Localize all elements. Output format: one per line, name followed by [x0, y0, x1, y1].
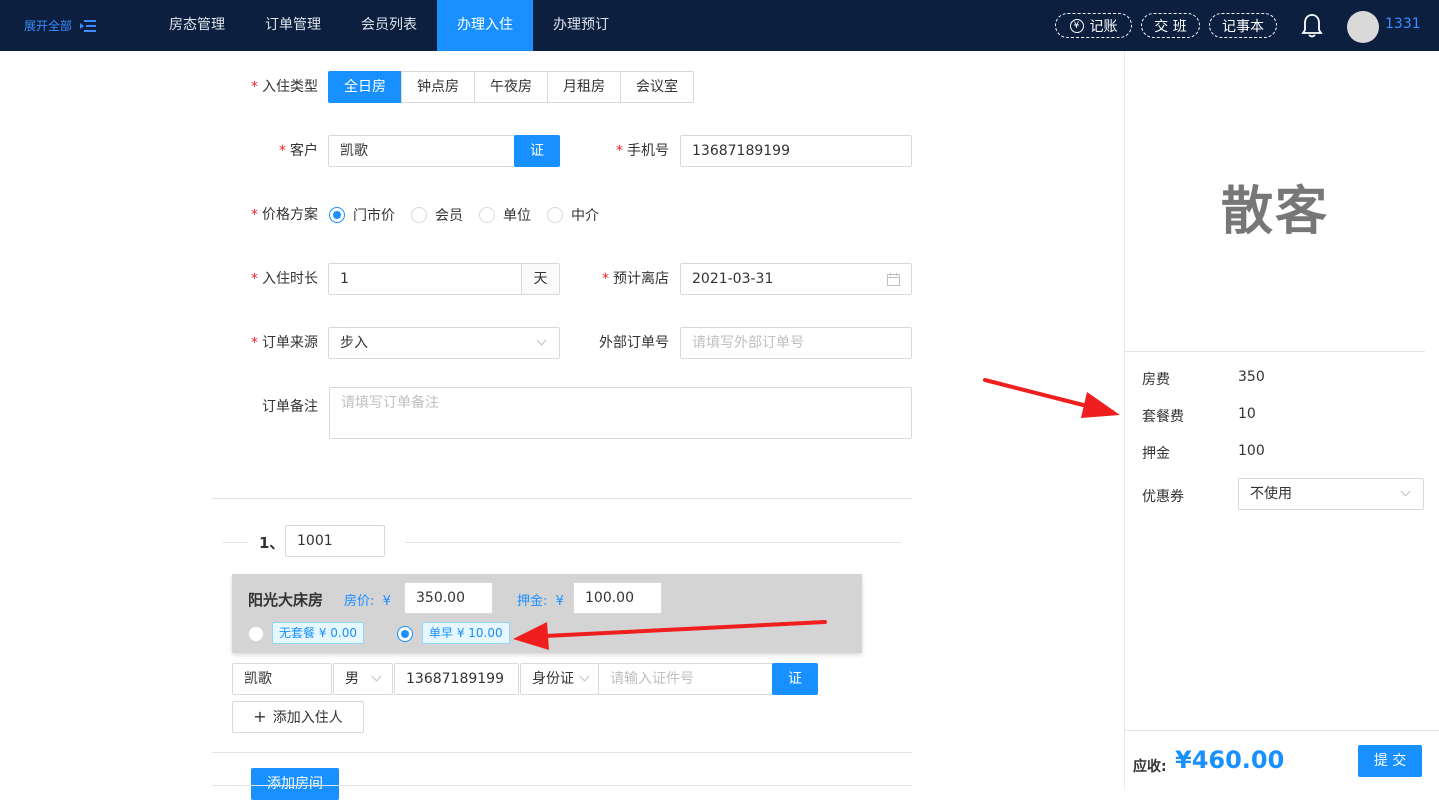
divider: [212, 498, 912, 499]
customer-input[interactable]: 凯歌: [328, 135, 516, 167]
package-breakfast-tag[interactable]: 单早 ¥ 10.00: [422, 622, 510, 644]
divider: [212, 785, 912, 786]
checkin-type-selector: 全日房 钟点房 午夜房 月租房 会议室: [328, 71, 694, 103]
divider: [222, 542, 248, 543]
bookkeeping-label: 记账: [1089, 18, 1118, 35]
notepad-label: 记事本: [1222, 18, 1264, 35]
external-order-label: 外部订单号: [599, 335, 669, 351]
package-breakfast-radio[interactable]: [397, 626, 421, 642]
add-room-button[interactable]: 添加房间: [251, 768, 339, 800]
add-guest-button[interactable]: + 添加入住人: [232, 701, 364, 733]
nav-room-status[interactable]: 房态管理: [149, 0, 245, 51]
price-plan-group: 门市价 会员 单位 中介: [329, 199, 615, 231]
price-plan-company[interactable]: 单位: [479, 205, 531, 225]
checkout-label: * 预计离店: [602, 271, 669, 287]
nav-reservation[interactable]: 办理预订: [533, 0, 629, 51]
annotation-arrow: [983, 378, 1120, 418]
guest-phone-input[interactable]: 13687189199: [394, 663, 519, 695]
divider: [1125, 351, 1425, 352]
room-price-input[interactable]: 350.00: [404, 582, 493, 614]
avatar[interactable]: [1347, 11, 1379, 43]
source-select[interactable]: 步入: [328, 327, 560, 359]
price-plan-agent[interactable]: 中介: [547, 205, 599, 225]
handover-button[interactable]: 交 班: [1141, 13, 1200, 38]
checkin-type-monthly[interactable]: 月租房: [547, 71, 621, 103]
price-plan-label: * 价格方案: [251, 207, 318, 223]
remark-textarea[interactable]: 请填写订单备注: [329, 387, 912, 439]
external-order-input[interactable]: 请填写外部订单号: [680, 327, 912, 359]
guest-id-button[interactable]: 证: [772, 663, 818, 695]
divider: [1125, 730, 1439, 731]
package-none-radio[interactable]: [248, 626, 272, 642]
room-fee-value: 350: [1238, 369, 1265, 385]
expand-all-toggle[interactable]: 展开全部: [24, 17, 97, 34]
amount-due-label: 应收:: [1133, 759, 1167, 775]
menu-expand-icon: [80, 19, 97, 32]
nav-members[interactable]: 会员列表: [341, 0, 437, 51]
order-summary-panel: 散客 房费 350 套餐费 10 押金 100 优惠券 不使用 应收: ¥460…: [1124, 51, 1439, 789]
room-card: 阳光大床房 房价: ¥ 350.00 押金: ¥ 100.00 无套餐 ¥ 0.…: [232, 574, 862, 653]
deposit-label: 押金: ¥: [517, 594, 564, 609]
coupon-label: 优惠券: [1142, 489, 1184, 505]
chevron-down-icon: [1400, 486, 1411, 497]
checkin-type-hourly[interactable]: 钟点房: [401, 71, 475, 103]
price-plan-member[interactable]: 会员: [411, 205, 463, 225]
nav-orders[interactable]: 订单管理: [245, 0, 341, 51]
phone-label: * 手机号: [616, 143, 669, 159]
handover-label: 交 班: [1154, 18, 1187, 35]
guest-id-type-select[interactable]: 身份证: [520, 663, 599, 695]
username[interactable]: 1331: [1385, 16, 1421, 32]
divider: [405, 542, 901, 543]
duration-unit: 天: [521, 264, 559, 294]
checkin-type-midnight[interactable]: 午夜房: [474, 71, 548, 103]
expand-all-label: 展开全部: [24, 19, 73, 33]
notepad-button[interactable]: 记事本: [1209, 13, 1277, 38]
phone-input[interactable]: 13687189199: [680, 135, 912, 167]
bell-icon[interactable]: [1301, 13, 1323, 39]
checkout-date-picker[interactable]: 2021-03-31: [680, 263, 912, 295]
price-plan-retail[interactable]: 门市价: [329, 205, 395, 225]
top-bar: 展开全部 房态管理 订单管理 会员列表 办理入住 办理预订 ¥ 记账 交 班 记…: [0, 0, 1439, 51]
package-fee-value: 10: [1238, 406, 1256, 422]
package-none-tag[interactable]: 无套餐 ¥ 0.00: [272, 622, 364, 644]
room-type: 阳光大床房: [248, 591, 324, 609]
nav-checkin[interactable]: 办理入住: [437, 0, 533, 51]
chevron-down-icon: [579, 671, 590, 682]
coupon-select[interactable]: 不使用: [1238, 478, 1424, 510]
yen-circle-icon: ¥: [1069, 18, 1084, 33]
customer-id-button[interactable]: 证: [514, 135, 560, 167]
room-index: 1、: [259, 534, 285, 552]
guest-type: 散客: [1220, 182, 1329, 242]
amount-due-value: ¥460.00: [1175, 746, 1285, 774]
checkin-type-full-day[interactable]: 全日房: [328, 71, 402, 103]
duration-input[interactable]: 1 天: [328, 263, 560, 295]
deposit-summary-value: 100: [1238, 443, 1265, 459]
checkin-type-label: * 入住类型: [251, 79, 318, 95]
chevron-down-icon: [536, 335, 547, 346]
calendar-icon: [887, 273, 900, 286]
source-label: * 订单来源: [251, 335, 318, 351]
guest-gender-select[interactable]: 男: [333, 663, 393, 695]
submit-button[interactable]: 提 交: [1358, 745, 1422, 777]
customer-label: * 客户: [279, 143, 318, 159]
remark-label: 订单备注: [262, 399, 318, 415]
package-fee-label: 套餐费: [1142, 409, 1184, 425]
room-fee-label: 房费: [1142, 372, 1170, 388]
divider: [212, 752, 912, 753]
room-price-label: 房价: ¥: [344, 594, 391, 609]
guest-name-input[interactable]: 凯歌: [232, 663, 332, 695]
guest-id-input[interactable]: 请输入证件号: [598, 663, 774, 695]
deposit-summary-label: 押金: [1142, 446, 1170, 462]
deposit-input[interactable]: 100.00: [573, 582, 662, 614]
plus-icon: +: [253, 707, 267, 726]
room-number-input[interactable]: 1001: [285, 525, 385, 557]
duration-label: * 入住时长: [251, 271, 318, 287]
checkin-type-meeting[interactable]: 会议室: [620, 71, 694, 103]
bookkeeping-button[interactable]: ¥ 记账: [1055, 13, 1132, 38]
main-nav: 房态管理 订单管理 会员列表 办理入住 办理预订: [149, 0, 629, 51]
chevron-down-icon: [371, 671, 382, 682]
